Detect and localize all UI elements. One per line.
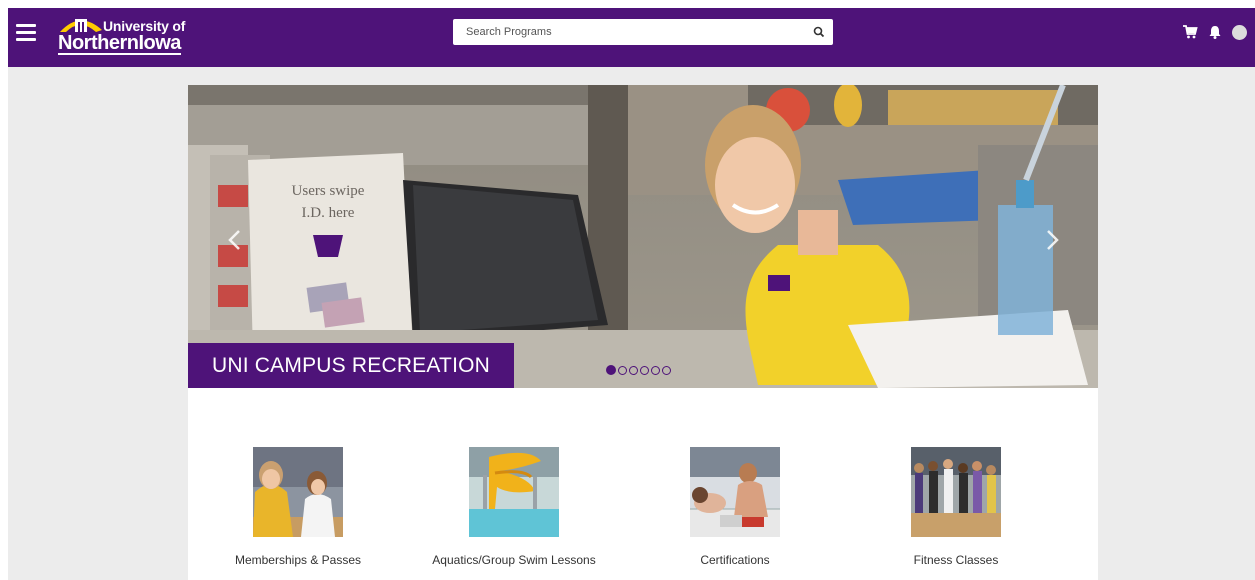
- hero-carousel: Users swipe I.D. here UNI CAMPUS RECREAT…: [188, 85, 1098, 388]
- search-icon[interactable]: [813, 26, 825, 38]
- page-frame: University of NorthernIowa Search Progra…: [8, 8, 1255, 580]
- carousel-pagination: [606, 365, 671, 375]
- carousel-dot-5[interactable]: [651, 365, 660, 375]
- bell-icon[interactable]: [1207, 24, 1223, 40]
- carousel-prev-arrow-icon[interactable]: [226, 229, 242, 251]
- menu-icon[interactable]: [12, 20, 40, 44]
- header-actions: [1182, 24, 1247, 40]
- carousel-dot-3[interactable]: [629, 365, 638, 375]
- program-tile-aquatics[interactable]: Aquatics/Group Swim Lessons: [404, 447, 624, 580]
- search-input[interactable]: [453, 19, 793, 45]
- top-nav-bar: University of NorthernIowa: [8, 8, 1255, 67]
- program-tile-memberships[interactable]: Memberships & Passes: [188, 447, 408, 580]
- logo-emblem-icon: [60, 19, 102, 32]
- program-tile-certifications[interactable]: Certifications: [625, 447, 845, 580]
- program-tile-fitness[interactable]: Fitness Classes: [846, 447, 1066, 580]
- program-label: Certifications: [700, 553, 770, 567]
- program-categories: Memberships & Passes Aquatics/Group Swim…: [188, 388, 1098, 580]
- carousel-dot-4[interactable]: [640, 365, 649, 375]
- program-label: Memberships & Passes: [234, 553, 362, 567]
- carousel-dot-6[interactable]: [662, 365, 671, 375]
- cart-icon[interactable]: [1182, 24, 1198, 40]
- search-bar: [453, 19, 833, 45]
- certifications-thumbnail: [690, 447, 780, 537]
- logo-text-bottom: NorthernIowa: [58, 32, 181, 55]
- program-label: Aquatics/Group Swim Lessons: [432, 553, 596, 567]
- program-label: Fitness Classes: [913, 553, 999, 567]
- aquatics-thumbnail: [469, 447, 559, 537]
- memberships-thumbnail: [253, 447, 343, 537]
- fitness-thumbnail: [911, 447, 1001, 537]
- carousel-dot-1[interactable]: [606, 365, 616, 375]
- university-logo[interactable]: University of NorthernIowa: [57, 11, 193, 57]
- avatar[interactable]: [1232, 24, 1247, 40]
- carousel-dot-2[interactable]: [618, 365, 627, 375]
- sign-text-line1: Users swipe: [292, 183, 365, 199]
- sign-text-line2: I.D. here: [302, 205, 355, 221]
- carousel-caption: UNI CAMPUS RECREATION: [188, 343, 514, 388]
- carousel-next-arrow-icon[interactable]: [1045, 229, 1061, 251]
